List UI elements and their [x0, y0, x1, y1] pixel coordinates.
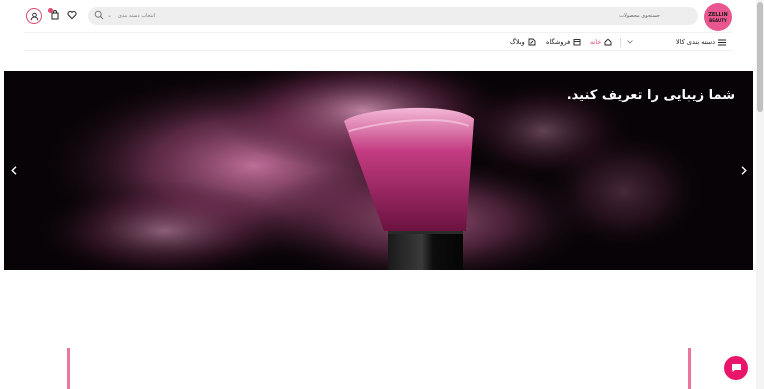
search-input[interactable]: جستجوی محصولات: [619, 10, 660, 22]
decorative-line: [67, 348, 70, 389]
scrollbar-thumb[interactable]: [757, 2, 763, 112]
nav-divider: [620, 38, 621, 47]
logo-text-2: BEAUTY: [709, 17, 727, 23]
nav-item-home[interactable]: خانه: [590, 36, 612, 48]
nav-label-home: خانه: [590, 38, 602, 46]
decorative-line: [688, 348, 691, 389]
chat-icon: [731, 364, 741, 372]
cart-badge: [48, 8, 53, 13]
category-chevron-icon[interactable]: [627, 36, 633, 48]
header: ZELLIN BEAUTY جستجوی محصولات انتخاب دسته…: [0, 0, 756, 32]
menu-icon: [718, 39, 726, 45]
home-icon: [604, 38, 612, 46]
nav-item-blog[interactable]: وبلاگ: [510, 36, 536, 48]
category-select[interactable]: انتخاب دسته بندی: [118, 10, 155, 22]
nav-label-blog: وبلاگ: [510, 38, 525, 46]
chevron-down-icon[interactable]: ⌄: [107, 10, 112, 22]
search-bar[interactable]: جستجوی محصولات انتخاب دسته بندی ⌄: [88, 7, 698, 25]
store-icon: [573, 39, 581, 46]
chat-button[interactable]: [724, 356, 748, 380]
slider-next-arrow-icon[interactable]: [739, 163, 749, 177]
site-logo[interactable]: ZELLIN BEAUTY: [704, 3, 732, 31]
category-menu-button[interactable]: دسته بندی کالا: [676, 36, 726, 48]
wishlist-icon[interactable]: [65, 8, 79, 22]
user-icon: [30, 12, 38, 20]
search-icon[interactable]: [94, 10, 104, 20]
hero-headline: شما زیبایی را تعریف کنید.: [566, 88, 735, 103]
nav-label-shop: فروشگاه: [546, 38, 571, 46]
category-menu-label: دسته بندی کالا: [676, 38, 715, 46]
nav-item-shop[interactable]: فروشگاه: [546, 36, 581, 48]
page-scrollbar[interactable]: [756, 0, 764, 389]
slider-prev-arrow-icon[interactable]: [9, 163, 19, 177]
main-nav: دسته بندی کالا خانه فروشگاه وبلاگ: [24, 32, 732, 51]
blog-icon: [528, 38, 536, 46]
account-button[interactable]: [26, 8, 42, 24]
hero-slider[interactable]: شما زیبایی را تعریف کنید.: [4, 71, 753, 270]
